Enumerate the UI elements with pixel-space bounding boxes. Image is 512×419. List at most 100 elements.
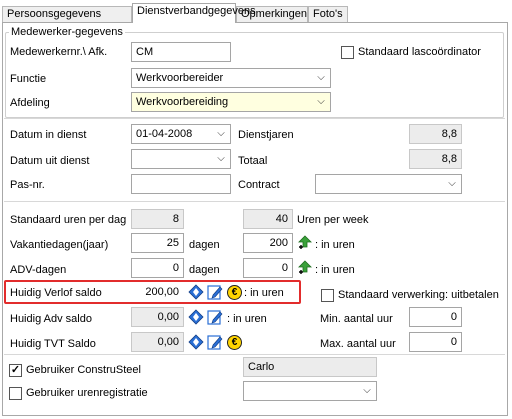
std-hours-day-label: Standaard uren per dag xyxy=(10,214,127,226)
service-years-label: Dienstjaren xyxy=(238,129,294,141)
vacation-days-label: Vakantiedagen(jaar) xyxy=(10,239,109,251)
start-date-picker[interactable]: 01-04-2008 ⌵ xyxy=(131,124,231,144)
function-value: Werkvoorbereider xyxy=(136,72,224,84)
adv-balance-value: 0,00 xyxy=(157,311,179,323)
euro-coin-icon[interactable]: € xyxy=(227,335,242,350)
leave-in-hours-label: : in uren xyxy=(244,287,284,299)
standard-coordinator-checkbox[interactable] xyxy=(341,46,354,59)
max-hours-label: Max. aantal uur xyxy=(320,338,396,350)
chevron-down-icon: ⌵ xyxy=(317,96,325,107)
department-value: Werkvoorbereiding xyxy=(136,96,229,108)
chevron-down-icon: ⌵ xyxy=(363,385,371,396)
chevron-down-icon: ⌵ xyxy=(217,153,225,164)
edit-icon[interactable] xyxy=(207,334,223,350)
chevron-down-icon: ⌵ xyxy=(448,178,456,189)
vacation-days-unit: dagen xyxy=(189,239,220,251)
function-label: Functie xyxy=(10,73,47,85)
min-hours-value: 0 xyxy=(450,311,457,323)
construsteel-user-label: Gebruiker ConstruSteel xyxy=(26,364,141,376)
check-icon: ✓ xyxy=(10,364,21,376)
hours-registration-select[interactable]: ⌵ xyxy=(243,381,377,401)
adv-balance-field: 0,00 xyxy=(131,307,184,327)
tvt-balance-field: 0,00 xyxy=(131,332,184,352)
total-value: 8,8 xyxy=(441,153,457,165)
euro-coin-icon[interactable]: € xyxy=(227,285,242,300)
service-years-field: 8,8 xyxy=(409,124,462,144)
tvt-balance-value: 0,00 xyxy=(157,336,179,348)
hours-week-field: 40 xyxy=(243,209,293,229)
arrow-up-plus-icon[interactable] xyxy=(297,260,313,276)
tab-label: Persoonsgegevens xyxy=(7,8,102,20)
pass-no-label: Pas-nr. xyxy=(10,179,45,191)
min-hours-label: Min. aantal uur xyxy=(320,313,393,325)
construsteel-user-checkbox[interactable]: ✓ xyxy=(9,364,22,377)
construsteel-user-field: Carlo xyxy=(243,357,377,377)
contract-select[interactable]: ⌵ xyxy=(315,174,462,194)
employee-no-value: CM xyxy=(136,46,154,58)
tab-label: Foto's xyxy=(313,8,343,20)
vacation-hours-input[interactable]: 200 xyxy=(243,233,293,253)
department-select[interactable]: Werkvoorbereiding ⌵ xyxy=(131,92,331,112)
adv-in-hours-label: : in uren xyxy=(227,313,267,325)
vacation-in-hours-label: : in uren xyxy=(315,239,355,251)
adv-days-unit: dagen xyxy=(189,264,220,276)
tab-persoonsgegevens[interactable]: Persoonsgegevens xyxy=(2,6,132,22)
total-label: Totaal xyxy=(238,155,268,167)
standard-coordinator-label: Standaard lascoördinator xyxy=(358,46,481,58)
max-hours-value: 0 xyxy=(450,336,457,348)
std-hours-day-field: 8 xyxy=(131,209,184,229)
leave-balance-value: 200,00 xyxy=(145,286,179,298)
total-field: 8,8 xyxy=(409,149,462,169)
max-hours-input[interactable]: 0 xyxy=(409,332,462,352)
edit-icon[interactable] xyxy=(207,284,223,300)
tab-label: Dienstverbandgegevens xyxy=(137,5,256,17)
employee-group-legend: Medewerker-gegevens xyxy=(9,26,125,38)
contract-label: Contract xyxy=(238,179,280,191)
arrow-up-plus-icon[interactable] xyxy=(297,235,313,251)
adv-hours-value: 0 xyxy=(281,262,288,274)
tvt-balance-label: Huidig TVT Saldo xyxy=(10,338,96,350)
divider xyxy=(4,354,505,355)
vacation-hours-value: 200 xyxy=(269,237,288,249)
pass-no-input[interactable] xyxy=(131,174,231,194)
vacation-days-input[interactable]: 25 xyxy=(131,233,184,253)
end-date-label: Datum uit dienst xyxy=(10,155,90,167)
tab-bar: Persoonsgegevens Dienstverbandgegevens O… xyxy=(0,0,512,23)
diamond-icon[interactable] xyxy=(188,284,204,300)
divider xyxy=(4,118,505,119)
diamond-icon[interactable] xyxy=(188,334,204,350)
hours-registration-label: Gebruiker urenregistratie xyxy=(26,387,148,399)
adv-days-input[interactable]: 0 xyxy=(131,258,184,278)
adv-hours-input[interactable]: 0 xyxy=(243,258,293,278)
divider xyxy=(4,201,505,202)
service-years-value: 8,8 xyxy=(441,128,457,140)
hours-week-value: 40 xyxy=(275,213,288,225)
chevron-down-icon: ⌵ xyxy=(317,72,325,83)
hours-week-label: Uren per week xyxy=(297,214,369,226)
leave-balance-field: 200,00 xyxy=(131,282,184,302)
adv-in-hours-label: : in uren xyxy=(315,264,355,276)
employee-no-input[interactable]: CM xyxy=(131,42,231,62)
leave-balance-label: Huidig Verlof saldo xyxy=(10,287,102,299)
end-date-picker[interactable]: ⌵ xyxy=(131,149,231,169)
chevron-down-icon: ⌵ xyxy=(217,128,225,139)
vacation-days-value: 25 xyxy=(166,237,179,249)
adv-days-value: 0 xyxy=(172,262,179,274)
function-select[interactable]: Werkvoorbereider ⌵ xyxy=(131,68,331,88)
construsteel-user-value: Carlo xyxy=(248,361,275,373)
std-hours-day-value: 8 xyxy=(172,213,179,225)
adv-balance-label: Huidig Adv saldo xyxy=(10,313,92,325)
edit-icon[interactable] xyxy=(207,309,223,325)
start-date-value: 01-04-2008 xyxy=(136,128,193,140)
adv-days-label: ADV-dagen xyxy=(10,264,67,276)
department-label: Afdeling xyxy=(10,97,50,109)
employee-no-label: Medewerkernr.\ Afk. xyxy=(10,46,108,58)
hours-registration-checkbox[interactable] xyxy=(9,387,22,400)
start-date-label: Datum in dienst xyxy=(10,129,87,141)
std-processing-label: Standaard verwerking: uitbetalen xyxy=(338,289,499,301)
std-processing-checkbox[interactable] xyxy=(321,289,334,302)
min-hours-input[interactable]: 0 xyxy=(409,307,462,327)
diamond-icon[interactable] xyxy=(188,309,204,325)
tab-fotos[interactable]: Foto's xyxy=(308,6,348,22)
tab-dienstverbandgegevens[interactable]: Dienstverbandgegevens xyxy=(132,3,256,23)
